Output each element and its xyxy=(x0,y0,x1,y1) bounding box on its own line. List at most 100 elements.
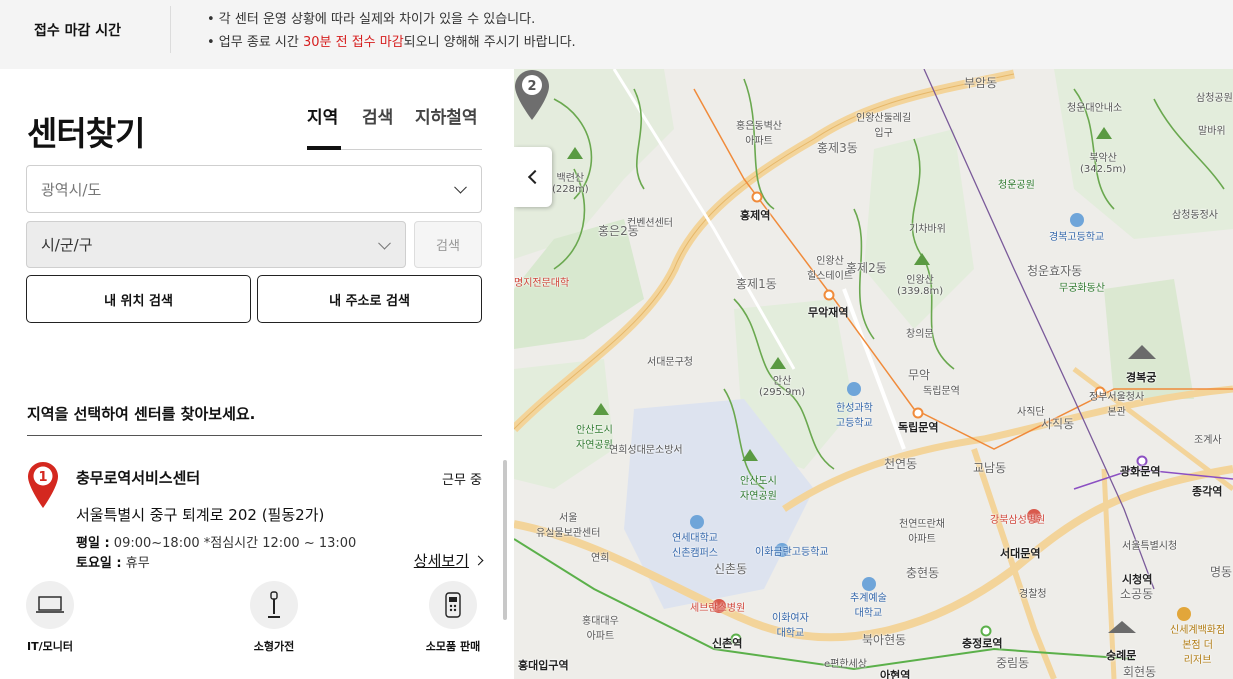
tab-region[interactable]: 지역 xyxy=(307,103,342,150)
map-label: 천연동 xyxy=(884,457,918,471)
divider xyxy=(27,435,482,436)
map-label: 부암동 xyxy=(964,76,998,90)
category-label: 소모품 판매 xyxy=(425,640,481,653)
search-button[interactable]: 검색 xyxy=(414,221,482,268)
map-label: 기차바위 xyxy=(909,224,946,235)
category-label: IT/모니터 xyxy=(27,640,73,653)
map-label: 한성과학 고등학교 xyxy=(836,403,873,429)
map-label: 홍제3동 xyxy=(817,141,858,155)
scrollbar[interactable] xyxy=(503,460,507,620)
map-label: 홍제2동 xyxy=(846,261,887,275)
map-label: 홍대대우 아파트 xyxy=(582,616,619,642)
tab-subway[interactable]: 지하철역 xyxy=(415,103,478,128)
map-label: 홍제1동 xyxy=(736,277,777,291)
map-label: 명지전문대학 xyxy=(514,278,570,289)
map-label: 이화여자 대학교 xyxy=(772,613,809,639)
detail-link[interactable]: 상세보기 xyxy=(413,550,484,571)
weekday-label: 평일 : xyxy=(76,536,110,551)
map-pin-number: 2 xyxy=(527,79,536,94)
map[interactable]: 부암동 삼청공원 청운대안내소 말바위 홍은동벽산 아파트 인왕산둘레길 입구 … xyxy=(514,69,1233,679)
map-label: 신세계백화점 본점 더 리저브 xyxy=(1170,625,1226,666)
my-location-button[interactable]: 내 위치 검색 xyxy=(26,275,251,323)
map-label: 홍은동벽산 아파트 xyxy=(736,121,782,147)
map-label: 서대문구청 xyxy=(647,357,693,368)
category-consumables: 소모품 판매 xyxy=(408,581,498,654)
map-station: 독립문역 xyxy=(898,421,939,434)
city-select-label: 시/군/구 xyxy=(41,236,93,254)
map-label: 서울특별시청 xyxy=(1122,541,1178,552)
notice-text: • 각 센터 운영 상황에 따라 실제와 차이가 있을 수 있습니다. • 업무… xyxy=(207,8,576,54)
status-badge: 근무 중 xyxy=(441,473,482,488)
map-label: 인왕산둘레길 입구 xyxy=(856,113,912,139)
map-label: 조계사 xyxy=(1194,435,1222,446)
map-label: 말바위 xyxy=(1198,126,1226,137)
map-label: 세브란스병원 xyxy=(690,603,746,614)
detail-link-label: 상세보기 xyxy=(413,552,469,570)
category-it-monitor: IT/모니터 xyxy=(5,581,95,654)
notice-title: 접수 마감 시간 xyxy=(34,23,122,39)
map-label: 이화금란고등학교 xyxy=(755,547,829,558)
map-label: 북악산 (342.5m) xyxy=(1080,153,1127,175)
map-station: 종각역 xyxy=(1192,485,1223,498)
map-label: 독립문역 xyxy=(923,386,960,397)
map-label: 교남동 xyxy=(973,461,1007,475)
map-label: 북아현동 xyxy=(862,633,907,647)
map-label: 안산도시 자연공원 xyxy=(740,476,777,502)
category-small-appliance: 소형가전 xyxy=(229,581,319,654)
notice-highlight: 30분 전 접수 마감 xyxy=(302,35,404,50)
center-name[interactable]: 충무로역서비스센터 xyxy=(76,467,200,488)
chevron-right-icon xyxy=(473,555,484,566)
map-label: e편한세상 xyxy=(824,659,867,670)
collapse-panel-button[interactable] xyxy=(514,147,552,207)
saturday-hours: 토요일 : 휴무 xyxy=(76,554,356,574)
map-label: 삼청동정사 xyxy=(1172,210,1218,221)
my-address-button[interactable]: 내 주소로 검색 xyxy=(257,275,482,323)
weekday-value: 09:00~18:00 *점심시간 12:00 ~ 13:00 xyxy=(113,536,357,551)
map-station: 숭례문 xyxy=(1106,649,1137,662)
map-station: 무악재역 xyxy=(808,306,849,319)
map-label: 경찰청 xyxy=(1019,589,1047,600)
notice-line-2-post: 되오니 양해해 주시기 바랍니다. xyxy=(403,35,576,50)
map-label: 무궁화동산 xyxy=(1059,283,1105,294)
search-panel: 센터찾기 지역 검색 지하철역 광역시/도 시/군/구 검색 내 위치 검색 내… xyxy=(0,69,514,679)
map-label: 경복고등학교 xyxy=(1049,232,1105,243)
map-label: 창의문 xyxy=(906,329,934,340)
city-select[interactable]: 시/군/구 xyxy=(26,221,406,268)
category-label: 소형가전 xyxy=(253,640,295,653)
chevron-down-icon xyxy=(454,180,467,194)
monitor-icon xyxy=(26,581,74,629)
map-label: 정부서울청사 본관 xyxy=(1089,392,1145,418)
notice-line-2: • 업무 종료 시간 30분 전 접수 마감되오니 양해해 주시기 바랍니다. xyxy=(207,31,576,54)
guide-text: 지역을 선택하여 센터를 찾아보세요. xyxy=(27,405,256,423)
search-tabs: 지역 검색 지하철역 xyxy=(307,103,482,150)
map-label: 인왕산 (339.8m) xyxy=(897,275,944,297)
pin-number: 1 xyxy=(38,470,47,485)
map-station: 홍대입구역 xyxy=(518,659,569,672)
map-station: 홍제역 xyxy=(740,209,771,222)
map-label: 청운효자동 xyxy=(1027,264,1083,278)
map-pin-icon[interactable]: 2 xyxy=(514,69,550,121)
map-label: 안산도시 자연공원 xyxy=(576,425,613,451)
province-select-label: 광역시/도 xyxy=(41,180,102,199)
small-appliance-icon xyxy=(250,581,298,629)
location-pin-icon: 1 xyxy=(28,462,58,508)
map-label: 서울 유실물보관센터 xyxy=(536,513,601,539)
saturday-value: 휴무 xyxy=(125,556,150,571)
map-label: 중림동 xyxy=(996,656,1030,670)
tab-search[interactable]: 검색 xyxy=(362,103,393,128)
map-label: 무악 xyxy=(908,368,931,382)
notice-line-2-pre: • 업무 종료 시간 xyxy=(207,35,303,50)
map-station: 서대문역 xyxy=(1000,547,1041,560)
map-label: 강북삼성병원 xyxy=(990,515,1046,526)
map-label: 연희성대문소방서 xyxy=(609,445,683,456)
map-label: 충현동 xyxy=(906,566,940,580)
chevron-down-icon xyxy=(378,236,391,250)
map-station: 아현역 xyxy=(880,669,911,679)
map-label: 연희 xyxy=(591,553,610,564)
center-card[interactable]: 1 충무로역서비스센터 근무 중 서울특별시 중구 퇴계로 202 (필동2가)… xyxy=(26,461,484,661)
map-label: 홍은2동 xyxy=(598,224,639,238)
weekday-hours: 평일 : 09:00~18:00 *점심시간 12:00 ~ 13:00 xyxy=(76,534,356,554)
province-select[interactable]: 광역시/도 xyxy=(26,165,482,213)
map-station: 충정로역 xyxy=(962,637,1003,650)
map-label: 삼청공원 xyxy=(1196,93,1233,104)
